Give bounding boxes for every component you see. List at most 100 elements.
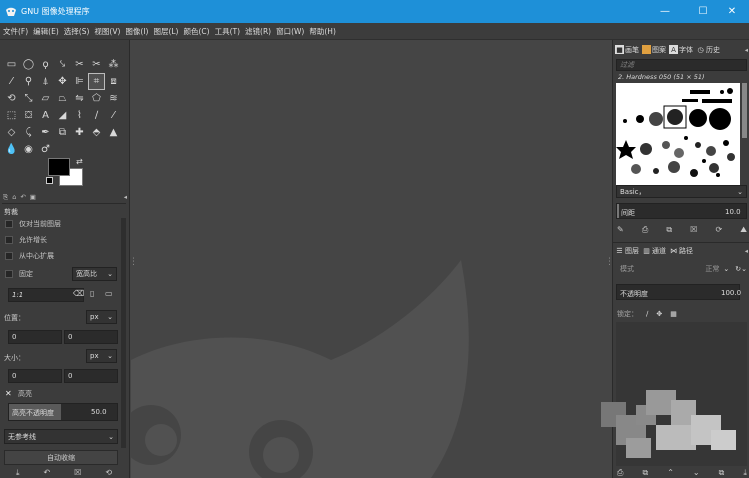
ellipse-select-tool[interactable]: ◯: [20, 56, 37, 73]
allow-growing-checkbox[interactable]: [5, 235, 13, 244]
layer-opacity-slider[interactable]: 不透明度 100.0: [616, 284, 741, 300]
position-x-input[interactable]: 0: [8, 330, 62, 344]
mypaint-brush-tool[interactable]: ⌇: [71, 107, 88, 124]
undo-history-tab-icon[interactable]: ↶: [20, 193, 25, 201]
highlight-opacity-slider[interactable]: 高亮不透明度 50.0: [8, 403, 118, 421]
heal-tool[interactable]: ✚: [71, 124, 88, 141]
expand-from-center-checkbox[interactable]: [5, 251, 13, 260]
lock-pixels-icon[interactable]: ∕: [646, 310, 648, 318]
duplicate-brush-icon[interactable]: ⧉: [666, 225, 672, 235]
landscape-icon[interactable]: ▭: [105, 289, 113, 298]
layer-mode-value[interactable]: 正常: [705, 264, 719, 274]
configure-tab-icon[interactable]: ◂: [124, 193, 127, 201]
gradient-tool[interactable]: ◢: [54, 107, 71, 124]
raise-layer-icon[interactable]: ⌃: [667, 468, 674, 478]
eraser-tool[interactable]: ◇: [3, 124, 20, 141]
position-y-input[interactable]: 0: [64, 330, 118, 344]
device-status-tab-icon[interactable]: ⌂: [12, 193, 16, 201]
brush-filter-input[interactable]: 过滤: [616, 59, 747, 71]
reset-icon[interactable]: ⟲: [105, 468, 112, 478]
perspective-clone-tool[interactable]: ⬘: [88, 124, 105, 141]
fuzzy-select-tool[interactable]: ⤥: [54, 56, 71, 73]
flip-tool[interactable]: ⇋: [71, 90, 88, 107]
default-colors-icon[interactable]: [46, 177, 53, 184]
configure-tab-icon[interactable]: ◂: [745, 46, 748, 54]
pencil-tool[interactable]: ∕: [88, 107, 105, 124]
rect-select-tool[interactable]: ▭: [3, 56, 20, 73]
lower-layer-icon[interactable]: ⌄: [693, 468, 700, 478]
images-tab-icon[interactable]: ▣: [30, 193, 36, 201]
shear-tool[interactable]: ▱: [37, 90, 54, 107]
tab-history[interactable]: ◷ 历史: [696, 45, 720, 55]
fixed-mode-dropdown[interactable]: 宽高比 ⌄: [72, 267, 117, 281]
only-current-layer-row[interactable]: 仅对当前图层: [2, 216, 118, 231]
brush-grid-scrollbar[interactable]: [742, 83, 747, 138]
auto-shrink-button[interactable]: 自动收缩: [4, 450, 118, 465]
measure-tool[interactable]: ⍋: [37, 73, 54, 90]
menu-select[interactable]: 选择(S): [64, 26, 90, 37]
brush-grid[interactable]: [616, 83, 740, 185]
clear-input-icon[interactable]: ⌫: [73, 289, 84, 298]
brush-preset-dropdown[interactable]: Basic， ⌄: [616, 185, 747, 198]
menu-image[interactable]: 图像(I): [125, 26, 148, 37]
move-tool[interactable]: ✥: [54, 73, 71, 90]
merge-layer-icon[interactable]: ⤓: [743, 468, 747, 478]
clone-tool[interactable]: ⧉: [54, 124, 71, 141]
unified-transform-tool[interactable]: ⧈: [105, 73, 122, 90]
zoom-tool[interactable]: ⚲: [20, 73, 37, 90]
save-preset-icon[interactable]: ⤓: [16, 468, 20, 478]
only-current-layer-checkbox[interactable]: [5, 219, 13, 228]
tool-options-tab-icon[interactable]: ⎘: [3, 193, 8, 202]
dock-handle-right-icon[interactable]: ⋮: [605, 257, 612, 267]
expand-from-center-row[interactable]: 从中心扩展: [2, 248, 118, 263]
menu-help[interactable]: 帮助(H): [309, 26, 336, 37]
spacing-slider[interactable]: 间距 10.0: [616, 203, 747, 219]
airbrush-tool[interactable]: ⤹: [20, 124, 37, 141]
text-tool[interactable]: A: [37, 107, 54, 124]
fixed-checkbox[interactable]: [5, 269, 13, 278]
color-picker-tool[interactable]: ⁄: [3, 73, 20, 90]
dodge-burn-tool[interactable]: ◉: [20, 141, 37, 158]
scale-tool[interactable]: ⤡: [20, 90, 37, 107]
paintbrush-tool[interactable]: ⁄: [105, 107, 122, 124]
highlight-row[interactable]: ✕ 高亮: [2, 386, 118, 401]
align-tool[interactable]: ⊫: [71, 73, 88, 90]
tab-fonts[interactable]: A 字体: [669, 45, 693, 55]
tab-patterns[interactable]: 图案: [642, 45, 666, 55]
highlight-checkbox[interactable]: ✕: [5, 389, 13, 398]
tab-channels[interactable]: ▥ 通道: [642, 246, 666, 256]
menu-colors[interactable]: 颜色(C): [183, 26, 209, 37]
blur-tool[interactable]: ▲: [105, 124, 122, 141]
menu-view[interactable]: 视图(V): [94, 26, 120, 37]
free-select-tool[interactable]: ϙ: [37, 56, 54, 73]
ink-tool[interactable]: ✒: [37, 124, 54, 141]
new-group-icon[interactable]: ⧉: [642, 468, 648, 478]
tab-paths[interactable]: ⋈ 路径: [669, 246, 693, 256]
close-button[interactable]: ✕: [715, 0, 749, 23]
menu-filters[interactable]: 滤镜(R): [245, 26, 271, 37]
tool-options-scrollbar[interactable]: [121, 218, 126, 448]
duplicate-layer-icon[interactable]: ⧉: [719, 468, 725, 478]
scissors-select-tool[interactable]: ✂: [71, 56, 88, 73]
menu-layer[interactable]: 图层(L): [153, 26, 178, 37]
guides-dropdown[interactable]: 无参考线 ⌄: [4, 429, 118, 444]
chevron-down-icon[interactable]: ⌄: [723, 265, 729, 273]
dodge-tool[interactable]: ♂: [37, 141, 54, 158]
lock-alpha-icon[interactable]: ▦: [670, 310, 677, 318]
tab-layers[interactable]: ☰ 图层: [615, 246, 639, 256]
position-unit-dropdown[interactable]: px ⌄: [86, 310, 117, 324]
delete-preset-icon[interactable]: ☒: [74, 468, 81, 478]
image-canvas[interactable]: ⋮ ⋮: [131, 40, 612, 478]
perspective-tool[interactable]: ⏢: [54, 90, 71, 107]
allow-growing-row[interactable]: 允许增长: [2, 232, 118, 247]
new-layer-icon[interactable]: ⎙: [617, 468, 623, 478]
cage-tool[interactable]: ⬠: [88, 90, 105, 107]
foreground-select-tool[interactable]: ✂: [88, 56, 105, 73]
size-width-input[interactable]: 0: [8, 369, 62, 383]
refresh-brushes-icon[interactable]: ⟳: [715, 225, 722, 235]
new-brush-icon[interactable]: ⎙: [642, 225, 648, 235]
lock-position-icon[interactable]: ✥: [656, 310, 662, 318]
size-height-input[interactable]: 0: [64, 369, 118, 383]
handle-transform-tool[interactable]: ⬚: [3, 107, 20, 124]
open-as-image-icon[interactable]: ⛰: [740, 225, 747, 235]
